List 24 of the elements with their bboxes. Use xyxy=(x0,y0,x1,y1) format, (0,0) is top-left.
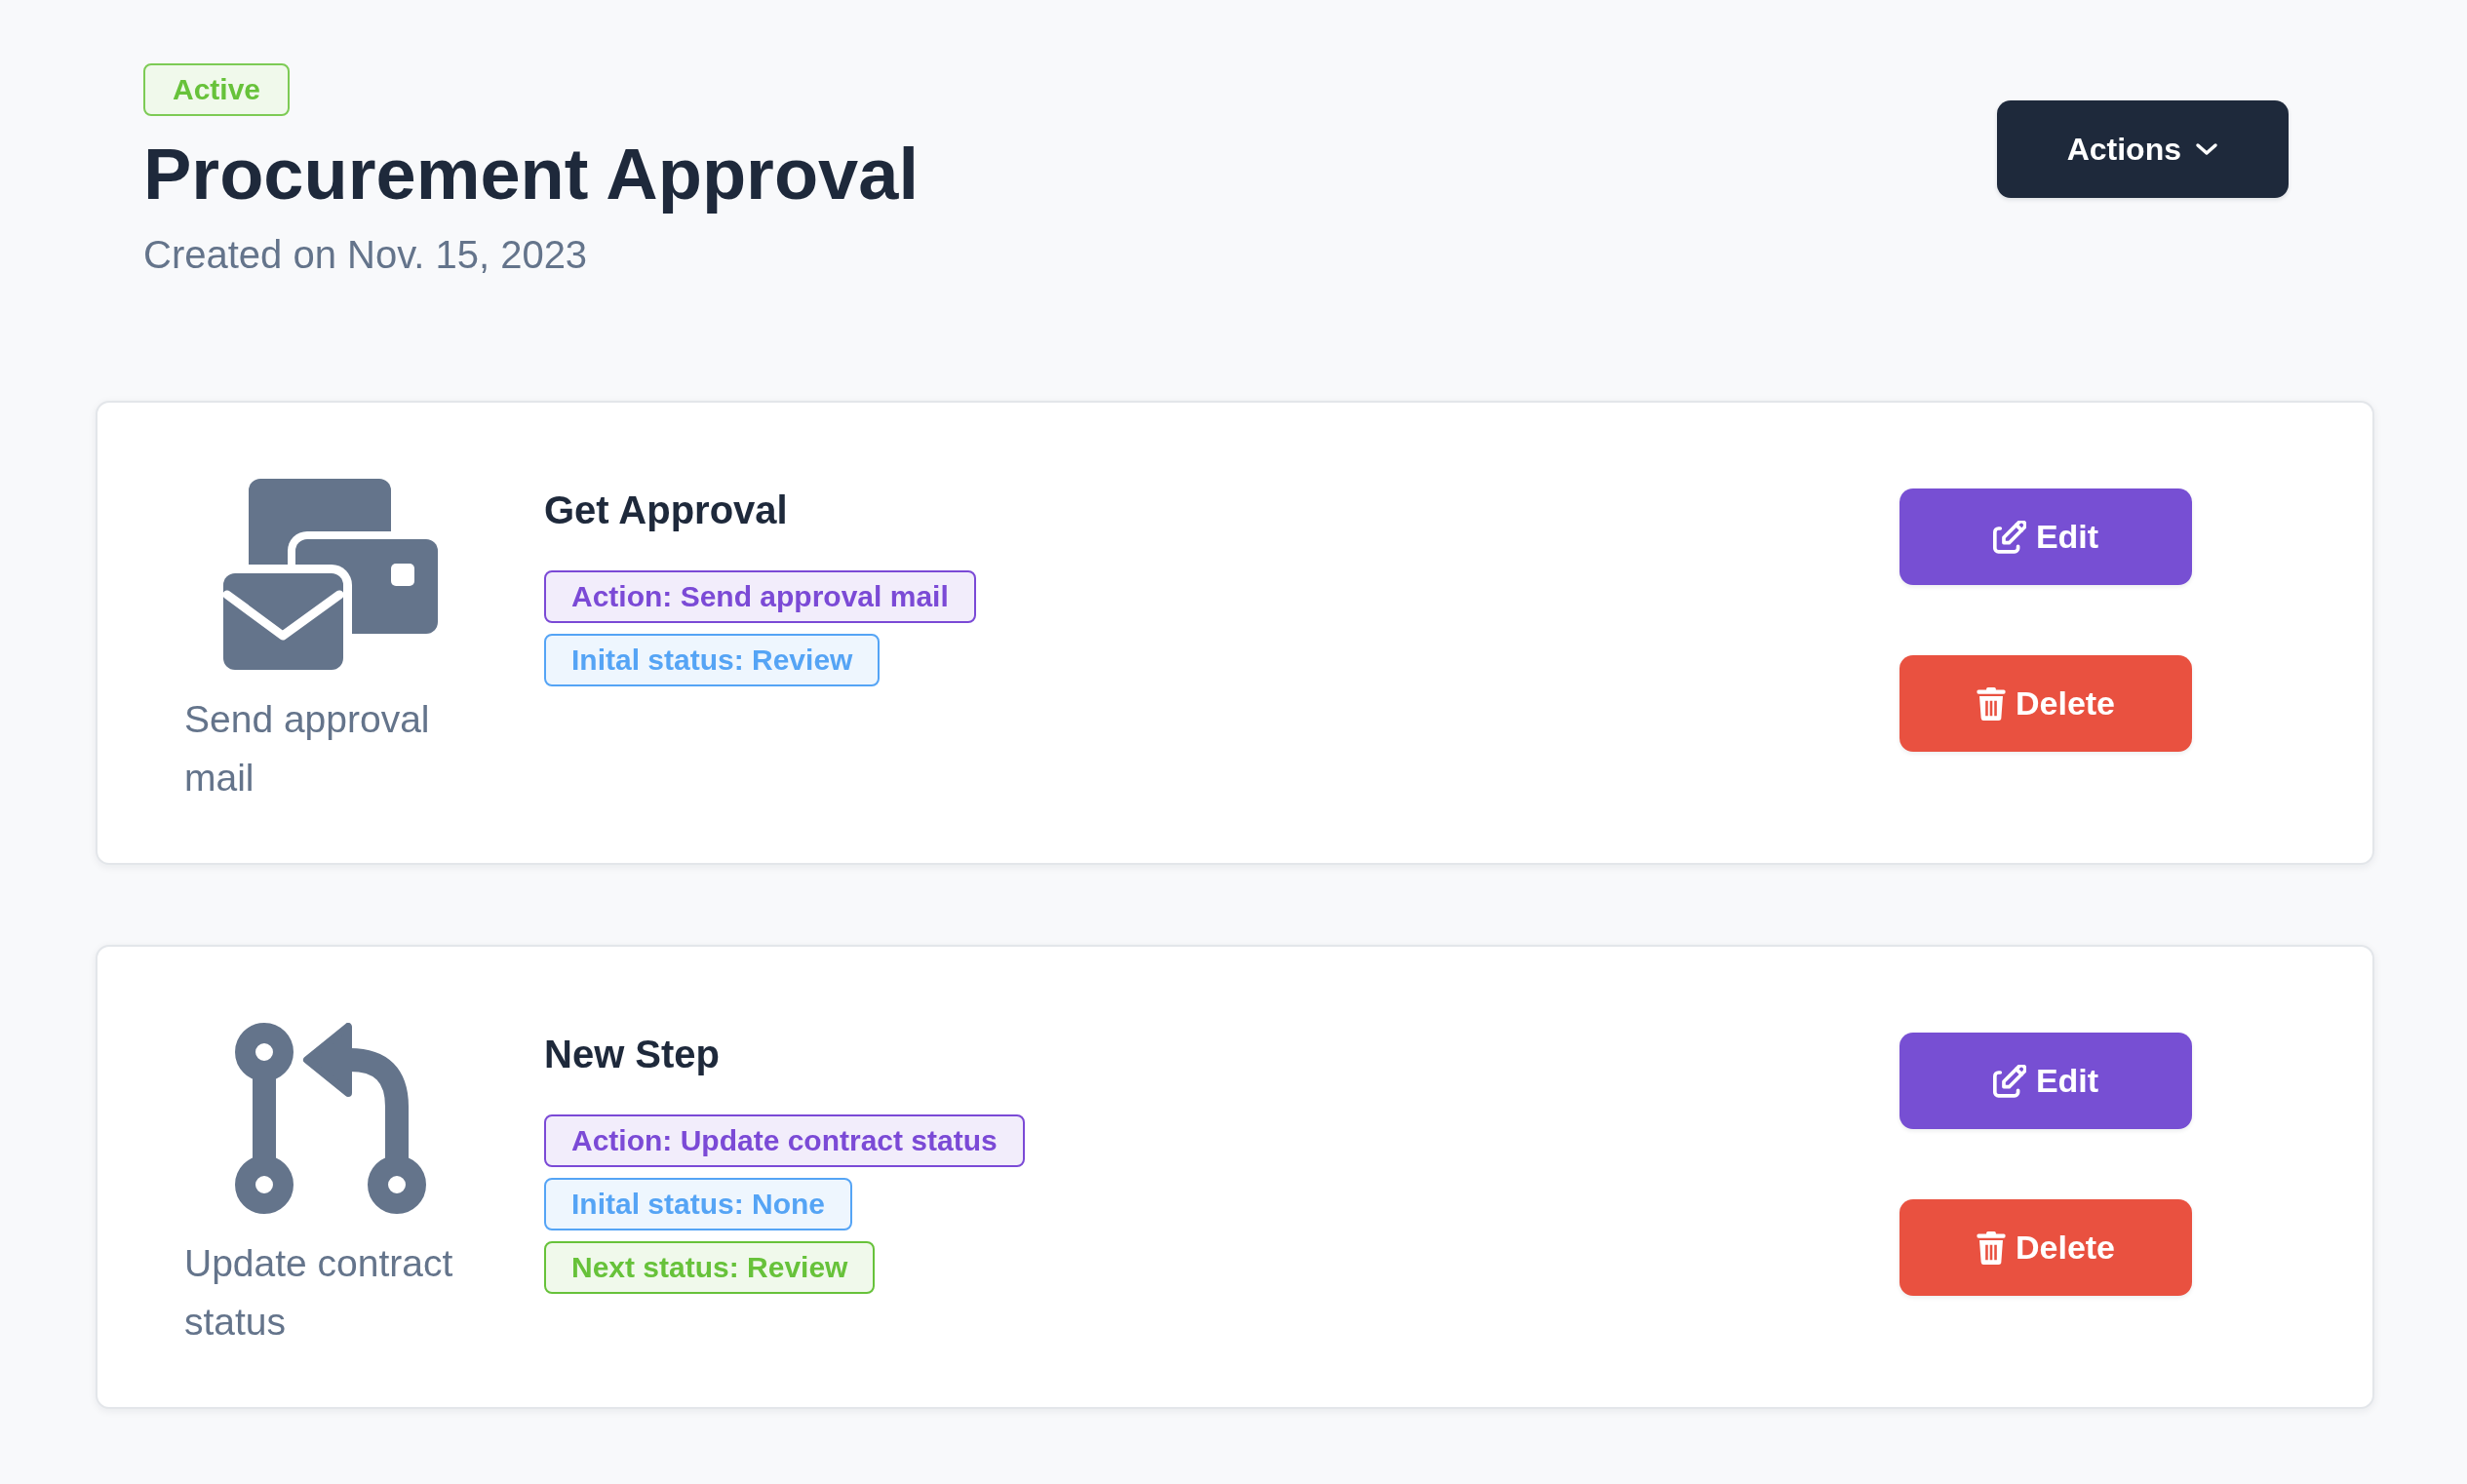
branch-arrow-icon xyxy=(235,1023,426,1214)
step-tag: Inital status: None xyxy=(544,1178,853,1230)
edit-button[interactable]: Edit xyxy=(1899,488,2192,585)
step-action-label: Update contract status xyxy=(184,1241,454,1345)
step-tag: Inital status: Review xyxy=(544,634,881,686)
delete-button[interactable]: Delete xyxy=(1899,1199,2192,1296)
created-date: Created on Nov. 15, 2023 xyxy=(143,232,588,278)
step-title: Get Approval xyxy=(544,488,789,533)
status-badge: Active xyxy=(143,63,291,116)
step-action-label: Send approval mail xyxy=(184,697,431,801)
edit-button[interactable]: Edit xyxy=(1899,1033,2192,1129)
pencil-square-icon xyxy=(1992,1064,2026,1098)
pencil-square-icon xyxy=(1992,520,2026,554)
step-tag: Action: Send approval mail xyxy=(544,570,976,623)
chevron-down-icon xyxy=(2195,142,2218,156)
delete-button[interactable]: Delete xyxy=(1899,655,2192,752)
trash-icon xyxy=(1976,1230,2006,1265)
step-tag: Action: Update contract status xyxy=(544,1114,1025,1167)
envelopes-icon xyxy=(223,479,438,670)
step-title: New Step xyxy=(544,1032,722,1077)
actions-button[interactable]: Actions xyxy=(1996,100,2289,198)
page-title: Procurement Approval xyxy=(143,133,919,216)
trash-icon xyxy=(1976,686,2006,721)
step-tag: Next status: Review xyxy=(544,1241,876,1294)
